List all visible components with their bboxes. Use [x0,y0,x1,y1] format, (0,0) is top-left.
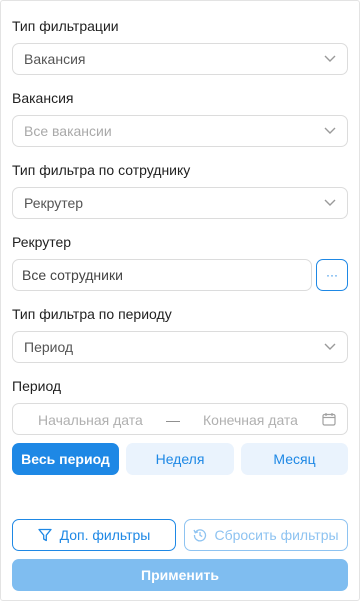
employee-filter-type-label: Тип фильтра по сотруднику [12,162,191,178]
chevron-down-icon [324,343,336,350]
employee-filter-type-select[interactable]: Рекрутер [12,187,348,219]
extra-filters-button[interactable]: Доп. фильтры [12,519,176,551]
period-filter-type-label: Тип фильтра по периоду [12,306,172,322]
apply-button[interactable]: Применить [12,559,348,591]
filter-type-label: Тип фильтрации [12,18,119,34]
filter-type-select[interactable]: Вакансия [12,43,348,75]
vacancy-placeholder: Все вакансии [24,123,112,139]
filter-panel: Тип фильтрации Вакансия Вакансия Все вак… [0,0,360,601]
filter-icon [37,528,52,542]
date-range-separator: — [166,412,180,428]
chevron-down-icon [324,199,336,206]
recruiter-field[interactable]: Все сотрудники [12,259,312,291]
history-icon [193,529,207,542]
extra-filters-label: Доп. фильтры [59,527,151,543]
start-date-input[interactable]: Начальная дата [38,412,143,428]
recruiter-value: Все сотрудники [22,267,123,283]
period-filter-type-select[interactable]: Период [12,331,348,363]
filter-type-value: Вакансия [24,51,86,67]
preset-all-period-button[interactable]: Весь период [12,443,119,475]
period-label: Период [12,378,62,394]
preset-week-button[interactable]: Неделя [126,443,234,475]
chevron-down-icon [324,55,336,62]
chevron-down-icon [324,127,336,134]
vacancy-select[interactable]: Все вакансии [12,115,348,147]
recruiter-label: Рекрутер [12,234,72,250]
date-range-picker[interactable]: Начальная дата — Конечная дата [12,403,348,435]
preset-month-button[interactable]: Месяц [241,443,348,475]
recruiter-more-button[interactable]: ··· [316,259,348,291]
period-filter-type-value: Период [24,339,74,355]
employee-filter-type-value: Рекрутер [24,195,84,211]
calendar-icon [322,413,336,426]
end-date-input[interactable]: Конечная дата [203,412,298,428]
vacancy-label: Вакансия [12,90,74,106]
reset-filters-label: Сбросить фильтры [214,527,339,543]
reset-filters-button[interactable]: Сбросить фильтры [184,519,348,551]
